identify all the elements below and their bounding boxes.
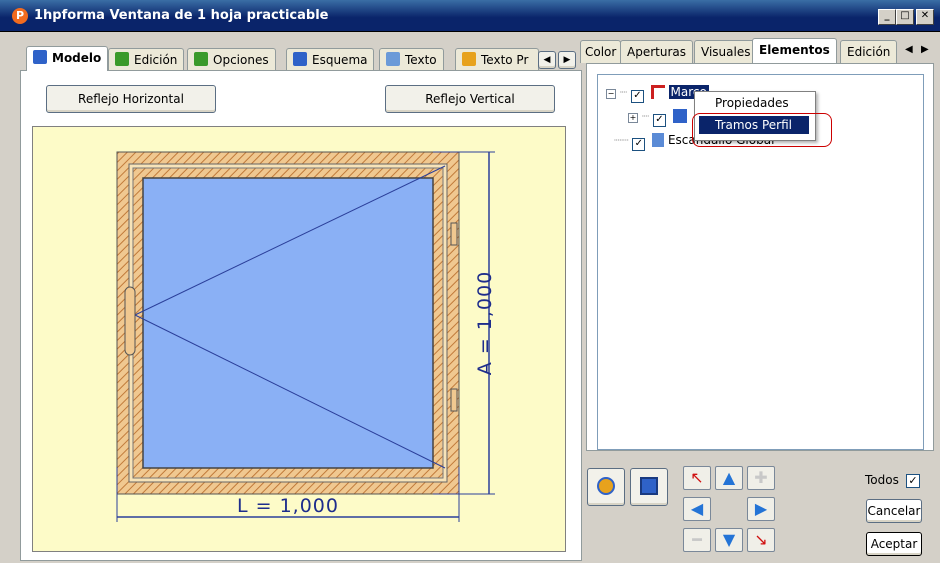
elementos-panel: − ┈ ✓ Marco + ┈ ✓ ┈┈ ✓ Escandallo Global xyxy=(586,63,934,451)
hinge-top xyxy=(450,222,458,246)
calculator-icon xyxy=(652,133,665,147)
move-up-button[interactable]: ▲ xyxy=(715,466,743,490)
tab-edicion[interactable]: Edición xyxy=(108,48,185,71)
close-button[interactable]: ✕ xyxy=(916,9,934,25)
sash-icon xyxy=(672,109,687,123)
tab-modelo[interactable]: Modelo xyxy=(26,46,109,71)
grid-icon xyxy=(33,50,47,64)
window-view-button[interactable] xyxy=(630,468,668,506)
cancel-button[interactable]: Cancelar xyxy=(866,499,922,523)
document-icon xyxy=(386,52,400,66)
move-up-left-button[interactable]: ↖ xyxy=(683,466,711,490)
tab-aperturas[interactable]: Aperturas xyxy=(620,40,693,63)
settings-button[interactable] xyxy=(587,468,625,506)
width-dimension-label: L = 1,000 xyxy=(237,495,339,517)
move-down-button[interactable]: ▼ xyxy=(715,528,743,552)
arrow-disabled-icon: ✚ xyxy=(754,468,768,487)
title-bar: P 1hpforma Ventana de 1 hoja practicable… xyxy=(0,0,940,32)
arrow-up-icon: ▲ xyxy=(722,468,736,487)
settings-gear-icon xyxy=(597,477,615,495)
app-icon: P xyxy=(12,8,28,24)
arrow-right-icon: ▶ xyxy=(754,499,768,518)
arrow-disabled-icon: ━ xyxy=(692,530,702,549)
move-right-button[interactable]: ▶ xyxy=(747,497,775,521)
move-left-button[interactable]: ◀ xyxy=(683,497,711,521)
arrow-down-right-icon: ↘ xyxy=(754,530,768,549)
mirror-vertical-button[interactable]: Reflejo Vertical xyxy=(385,85,555,113)
child-checkbox[interactable]: ✓ xyxy=(652,114,666,127)
height-dimension-label: A = 1,000 xyxy=(474,270,496,376)
tab-scroll-left-button[interactable]: ◀ xyxy=(538,51,556,69)
menu-item-propiedades[interactable]: Propiedades xyxy=(715,96,789,110)
modelo-panel: Reflejo Horizontal Reflejo Vertical L = … xyxy=(20,70,582,561)
tab-color[interactable]: Color xyxy=(580,40,622,63)
arrow-down-icon: ▼ xyxy=(722,530,736,549)
todos-label: Todos xyxy=(865,473,899,487)
list-icon xyxy=(194,52,208,66)
highlight-callout xyxy=(692,113,832,147)
pencil-icon xyxy=(115,52,129,66)
accept-button[interactable]: Aceptar xyxy=(866,532,922,556)
move-down-left-button[interactable]: ━ xyxy=(683,528,711,552)
move-up-right-button[interactable]: ✚ xyxy=(747,466,775,490)
arrow-up-left-icon: ↖ xyxy=(690,468,704,487)
drawing-canvas[interactable]: L = 1,000 A = 1,000 xyxy=(32,126,566,552)
gear-icon xyxy=(462,52,476,66)
window-handle xyxy=(124,286,136,356)
todos-checkbox[interactable]: ✓ xyxy=(906,474,920,488)
tab-label: Modelo xyxy=(52,51,102,65)
tab-visuales[interactable]: Visuales xyxy=(694,40,758,63)
scheme-icon xyxy=(293,52,307,66)
minimize-button[interactable]: _ xyxy=(878,9,896,25)
tab-label: Texto Pr xyxy=(481,53,529,67)
marco-checkbox[interactable]: ✓ xyxy=(630,90,644,103)
tab-label: Opciones xyxy=(213,53,269,67)
window-icon xyxy=(640,477,658,495)
expand-icon[interactable]: + xyxy=(628,113,638,123)
tab-edicion-right[interactable]: Edición xyxy=(840,40,898,63)
tab-esquema[interactable]: Esquema xyxy=(286,48,375,71)
elements-tree[interactable]: − ┈ ✓ Marco + ┈ ✓ ┈┈ ✓ Escandallo Global xyxy=(597,74,924,450)
tab-scroll-right-button[interactable]: ▶ xyxy=(558,51,576,69)
maximize-button[interactable]: □ xyxy=(896,9,914,25)
tab-elementos[interactable]: Elementos xyxy=(752,38,837,63)
tab-label: Esquema xyxy=(312,53,368,67)
tab-label: Texto xyxy=(405,53,437,67)
move-down-right-button[interactable]: ↘ xyxy=(747,528,775,552)
frame-icon xyxy=(650,85,665,99)
right-tab-scroll-right-button[interactable]: ▶ xyxy=(921,44,929,55)
main-window: P 1hpforma Ventana de 1 hoja practicable… xyxy=(0,0,940,563)
window-title: 1hpforma Ventana de 1 hoja practicable xyxy=(34,8,329,23)
right-tab-scroll-left-button[interactable]: ◀ xyxy=(905,44,913,55)
arrow-left-icon: ◀ xyxy=(690,499,704,518)
tab-opciones[interactable]: Opciones xyxy=(187,48,276,71)
escandallo-checkbox[interactable]: ✓ xyxy=(632,138,646,151)
glass-pane xyxy=(142,177,434,469)
tree-row-child[interactable]: + ┈ ✓ xyxy=(628,109,687,127)
tab-label: Edición xyxy=(134,53,178,67)
tab-texto-pr[interactable]: Texto Pr xyxy=(455,48,539,71)
tab-texto[interactable]: Texto xyxy=(379,48,444,71)
collapse-icon[interactable]: − xyxy=(606,89,616,99)
mirror-horizontal-button[interactable]: Reflejo Horizontal xyxy=(46,85,216,113)
hinge-bottom xyxy=(450,388,458,412)
